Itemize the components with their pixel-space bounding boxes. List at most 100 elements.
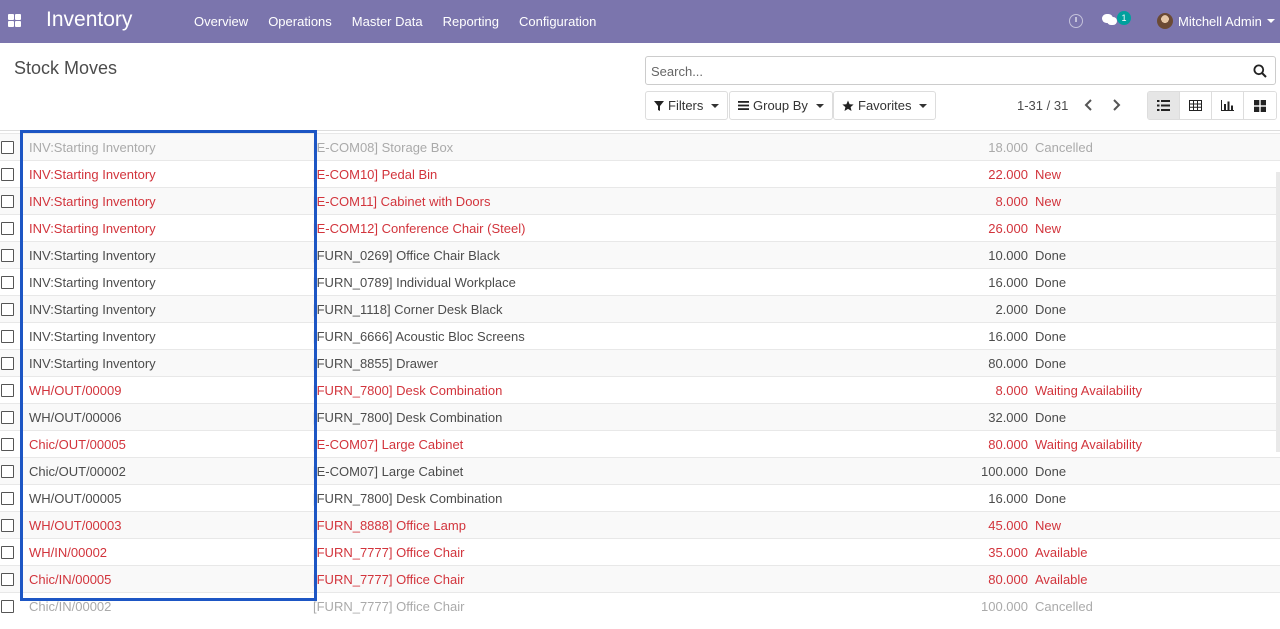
quantity-cell: 80.000: [988, 437, 1028, 452]
user-caret-icon[interactable]: [1267, 19, 1275, 23]
favorites-button[interactable]: Favorites: [833, 91, 937, 120]
menu-master-data[interactable]: Master Data: [342, 14, 433, 29]
avatar[interactable]: [1157, 13, 1173, 29]
product-cell: [FURN_7777] Office Chair: [313, 599, 465, 614]
chevron-right-icon[interactable]: [1108, 97, 1124, 113]
list-view-button[interactable]: [1148, 92, 1180, 119]
quantity-cell: 16.000: [988, 275, 1028, 290]
table-row[interactable]: INV:Starting Inventory [E-COM10] Pedal Bi…: [0, 160, 1280, 187]
reference-cell: Chic/OUT/00005: [29, 437, 126, 452]
row-checkbox[interactable]: [1, 546, 14, 559]
row-checkbox[interactable]: [1, 573, 14, 586]
table-row[interactable]: WH/OUT/00009 [FURN_7800] Desk Combination…: [0, 376, 1280, 403]
messages-badge: 1: [1117, 11, 1131, 25]
status-cell: Cancelled: [1035, 140, 1093, 155]
status-cell: Available: [1035, 572, 1088, 587]
status-cell: Available: [1035, 545, 1088, 560]
row-checkbox[interactable]: [1, 249, 14, 262]
pivot-view-button[interactable]: [1180, 92, 1212, 119]
chevron-down-icon: [711, 103, 720, 108]
table-row[interactable]: INV:Starting Inventory [FURN_0789] Indivi…: [0, 268, 1280, 295]
table-row[interactable]: WH/OUT/00003 [FURN_8888] Office Lamp 45.00…: [0, 511, 1280, 538]
scrollbar[interactable]: [1276, 172, 1280, 452]
status-cell: New: [1035, 194, 1062, 209]
quantity-cell: 8.000: [995, 383, 1028, 398]
reference-cell: WH/OUT/00003: [29, 518, 122, 533]
graph-view-button[interactable]: [1212, 92, 1244, 119]
table-row[interactable]: INV:Starting Inventory [FURN_1118] Corner…: [0, 295, 1280, 322]
reference-cell: INV:Starting Inventory: [29, 356, 156, 371]
table-row[interactable]: INV:Starting Inventory [FURN_6666] Acoust…: [0, 322, 1280, 349]
status-cell: Cancelled: [1035, 599, 1093, 614]
row-checkbox[interactable]: [1, 195, 14, 208]
row-checkbox[interactable]: [1, 384, 14, 397]
product-cell: [FURN_8888] Office Lamp: [313, 518, 466, 533]
row-checkbox[interactable]: [1, 168, 14, 181]
pager-value[interactable]: 1-31 / 31: [1017, 98, 1068, 113]
reference-cell: Chic/IN/00002: [29, 599, 112, 614]
table-row[interactable]: INV:Starting Inventory [E-COM11] Cabinet …: [0, 187, 1280, 214]
quantity-cell: 26.000: [988, 221, 1028, 236]
table-row[interactable]: WH/IN/00002 [FURN_7777] Office Chair 35.00…: [0, 538, 1280, 565]
table-row[interactable]: Chic/OUT/00005 [E-COM07] Large Cabinet 80.…: [0, 430, 1280, 457]
row-checkbox[interactable]: [1, 357, 14, 370]
status-cell: Done: [1035, 356, 1067, 371]
row-checkbox[interactable]: [1, 303, 14, 316]
menu-operations[interactable]: Operations: [258, 14, 342, 29]
quantity-cell: 22.000: [988, 167, 1028, 182]
kanban-view-button[interactable]: [1244, 92, 1276, 119]
group-by-button[interactable]: Group By: [729, 91, 833, 120]
status-cell: Done: [1035, 275, 1067, 290]
quantity-cell: 32.000: [988, 410, 1028, 425]
kanban-icon: [1254, 99, 1266, 112]
row-checkbox[interactable]: [1, 276, 14, 289]
menu-overview[interactable]: Overview: [184, 14, 258, 29]
row-checkbox[interactable]: [1, 600, 14, 613]
messages-icon[interactable]: [1102, 14, 1117, 26]
row-checkbox[interactable]: [1, 492, 14, 505]
table-row[interactable]: INV:Starting Inventory [E-COM08] Storage …: [0, 133, 1280, 160]
table-row[interactable]: WH/OUT/00006 [FURN_7800] Desk Combination…: [0, 403, 1280, 430]
status-cell: Done: [1035, 248, 1067, 263]
table-row[interactable]: WH/OUT/00005 [FURN_7800] Desk Combination…: [0, 484, 1280, 511]
top-navbar: Inventory Overview Operations Master Dat…: [0, 0, 1280, 43]
product-cell: [E-COM07] Large Cabinet: [313, 464, 464, 479]
quantity-cell: 35.000: [988, 545, 1028, 560]
menu-reporting[interactable]: Reporting: [433, 14, 509, 29]
activity-clock-icon[interactable]: [1069, 14, 1083, 28]
menu-configuration[interactable]: Configuration: [509, 14, 606, 29]
product-cell: [FURN_6666] Acoustic Bloc Screens: [313, 329, 525, 344]
table-row[interactable]: Chic/IN/00005 [FURN_7777] Office Chair 80.…: [0, 565, 1280, 592]
quantity-cell: 8.000: [995, 194, 1028, 209]
main-menu: Overview Operations Master Data Reportin…: [184, 0, 606, 43]
table-row[interactable]: INV:Starting Inventory [FURN_8855] Drawer…: [0, 349, 1280, 376]
row-checkbox[interactable]: [1, 330, 14, 343]
row-checkbox[interactable]: [1, 411, 14, 424]
star-icon: [842, 100, 854, 111]
row-checkbox[interactable]: [1, 465, 14, 478]
product-cell: [E-COM12] Conference Chair (Steel): [313, 221, 526, 236]
list-bars-icon: [738, 101, 749, 110]
table-row[interactable]: Chic/OUT/00002 [E-COM07] Large Cabinet 100…: [0, 457, 1280, 484]
table-row[interactable]: Chic/IN/00002 [FURN_7777] Office Chair 100…: [0, 592, 1280, 619]
row-checkbox[interactable]: [1, 222, 14, 235]
favorites-label: Favorites: [858, 98, 912, 113]
reference-cell: WH/IN/00002: [29, 545, 108, 560]
table-grid-icon: [1189, 100, 1202, 111]
user-menu[interactable]: Mitchell Admin: [1178, 14, 1262, 29]
table-row[interactable]: INV:Starting Inventory [FURN_0269] Office…: [0, 241, 1280, 268]
search-input[interactable]: [651, 62, 1241, 80]
chevron-left-icon[interactable]: [1081, 97, 1097, 113]
row-checkbox[interactable]: [1, 141, 14, 154]
search-icon[interactable]: [1253, 64, 1267, 78]
app-title[interactable]: Inventory: [46, 8, 132, 32]
reference-cell: INV:Starting Inventory: [29, 329, 156, 344]
status-cell: New: [1035, 167, 1062, 182]
apps-menu-icon[interactable]: [8, 14, 21, 27]
product-cell: [FURN_7800] Desk Combination: [313, 410, 503, 425]
table-row[interactable]: INV:Starting Inventory [E-COM12] Conferen…: [0, 214, 1280, 241]
product-cell: [FURN_7777] Office Chair: [313, 545, 465, 560]
row-checkbox[interactable]: [1, 519, 14, 532]
filters-button[interactable]: Filters: [645, 91, 729, 120]
row-checkbox[interactable]: [1, 438, 14, 451]
